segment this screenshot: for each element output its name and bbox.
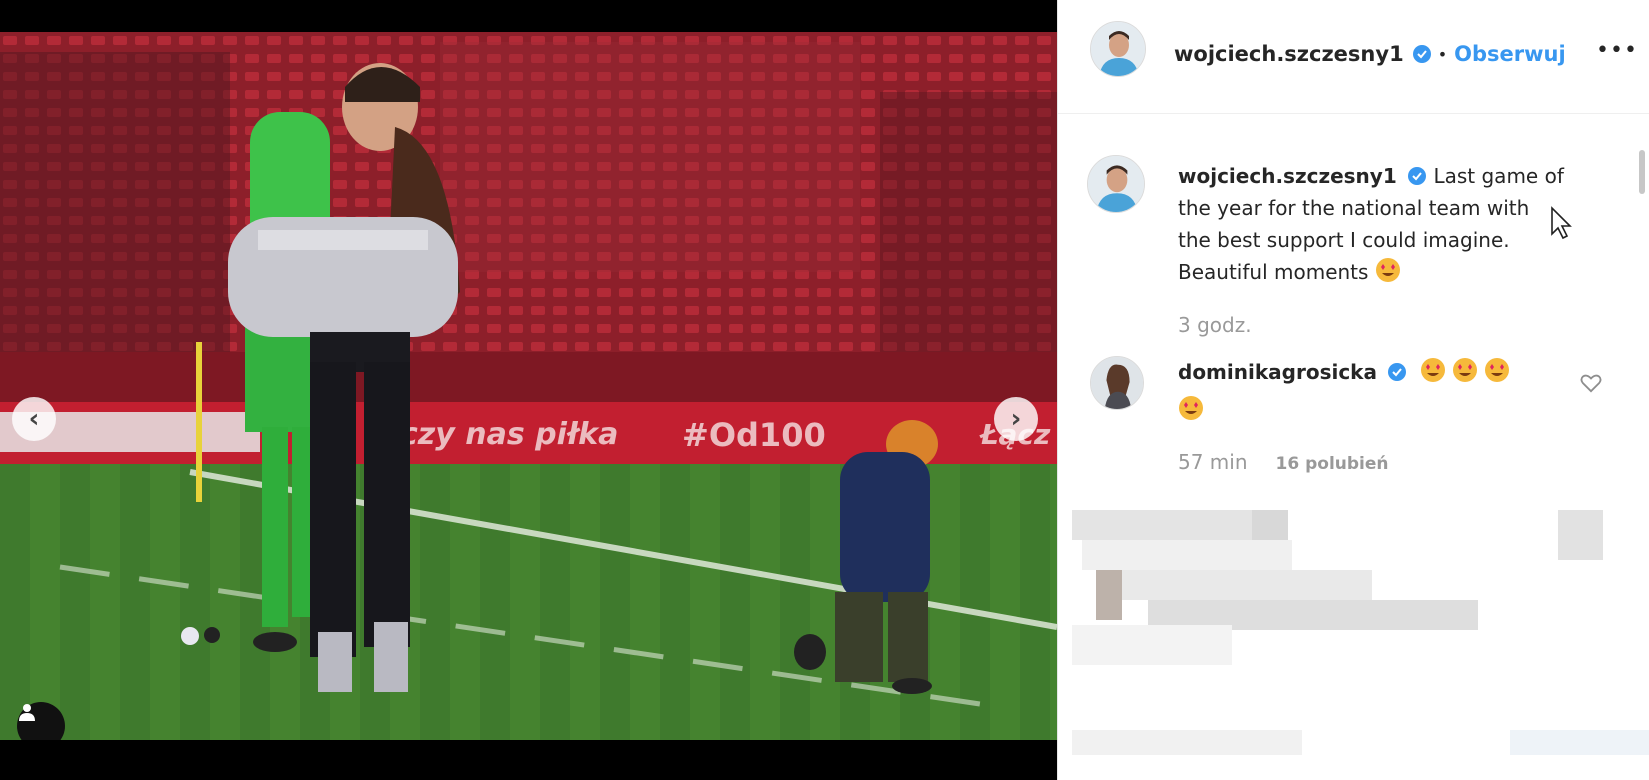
previous-image-button[interactable]: ‹ xyxy=(12,397,56,441)
author-avatar[interactable] xyxy=(1090,21,1146,77)
commenter-avatar[interactable] xyxy=(1090,356,1144,410)
avatar-image xyxy=(1091,22,1145,76)
post-caption: wojciech.szczesny1 Last game of the year… xyxy=(1178,160,1568,292)
post-media-panel: czy nas piłka #Od100 Łącz xyxy=(0,0,1057,780)
verified-badge-icon xyxy=(1407,166,1427,186)
heart-eyes-emoji-icon xyxy=(1484,357,1510,393)
verified-badge-icon xyxy=(1387,362,1407,382)
more-options-button[interactable]: ••• xyxy=(1596,38,1638,63)
svg-text:#Od100: #Od100 xyxy=(682,416,826,454)
user-tag-icon xyxy=(19,704,35,721)
chevron-right-icon: › xyxy=(1010,404,1022,434)
heart-eyes-emoji-icon xyxy=(1375,257,1401,292)
caption-author-avatar[interactable] xyxy=(1087,155,1145,213)
comment-likes-link[interactable]: 16 polubień xyxy=(1276,454,1389,474)
post-photo[interactable]: czy nas piłka #Od100 Łącz xyxy=(0,32,1057,740)
post-side-panel: wojciech.szczesny1 • Obserwuj ••• wojcie… xyxy=(1057,0,1649,780)
stadium-photo-illustration: czy nas piłka #Od100 Łącz xyxy=(0,32,1057,740)
follow-button[interactable]: Obserwuj xyxy=(1454,42,1566,66)
comment-item: dominikagrosicka xyxy=(1178,355,1558,431)
heart-eyes-emoji-icon xyxy=(1452,357,1478,393)
comment-meta: 57 min 16 polubień xyxy=(1178,450,1389,474)
caption-username-link[interactable]: wojciech.szczesny1 xyxy=(1178,164,1397,188)
mouse-pointer-icon xyxy=(1551,206,1572,240)
comments-scrollbar[interactable] xyxy=(1639,150,1645,194)
post-header: wojciech.szczesny1 • Obserwuj ••• xyxy=(1058,0,1649,114)
heart-eyes-emoji-icon xyxy=(1420,357,1446,393)
commenter-username-link[interactable]: dominikagrosicka xyxy=(1178,360,1377,384)
pixelated-comments-area xyxy=(1058,485,1649,780)
heart-eyes-emoji-icon xyxy=(1178,395,1204,431)
avatar-image xyxy=(1088,156,1144,212)
avatar-image xyxy=(1091,357,1143,409)
caption-timestamp[interactable]: 3 godz. xyxy=(1178,313,1252,337)
chevron-left-icon: ‹ xyxy=(28,404,40,434)
dot-separator: • xyxy=(1437,44,1448,64)
verified-badge-icon xyxy=(1412,44,1432,64)
next-image-button[interactable]: › xyxy=(994,397,1038,441)
svg-text:czy nas piłka: czy nas piłka xyxy=(400,417,618,452)
author-username-link[interactable]: wojciech.szczesny1 xyxy=(1174,42,1404,66)
comment-timestamp[interactable]: 57 min xyxy=(1178,450,1248,474)
heart-outline-icon[interactable] xyxy=(1580,373,1602,393)
